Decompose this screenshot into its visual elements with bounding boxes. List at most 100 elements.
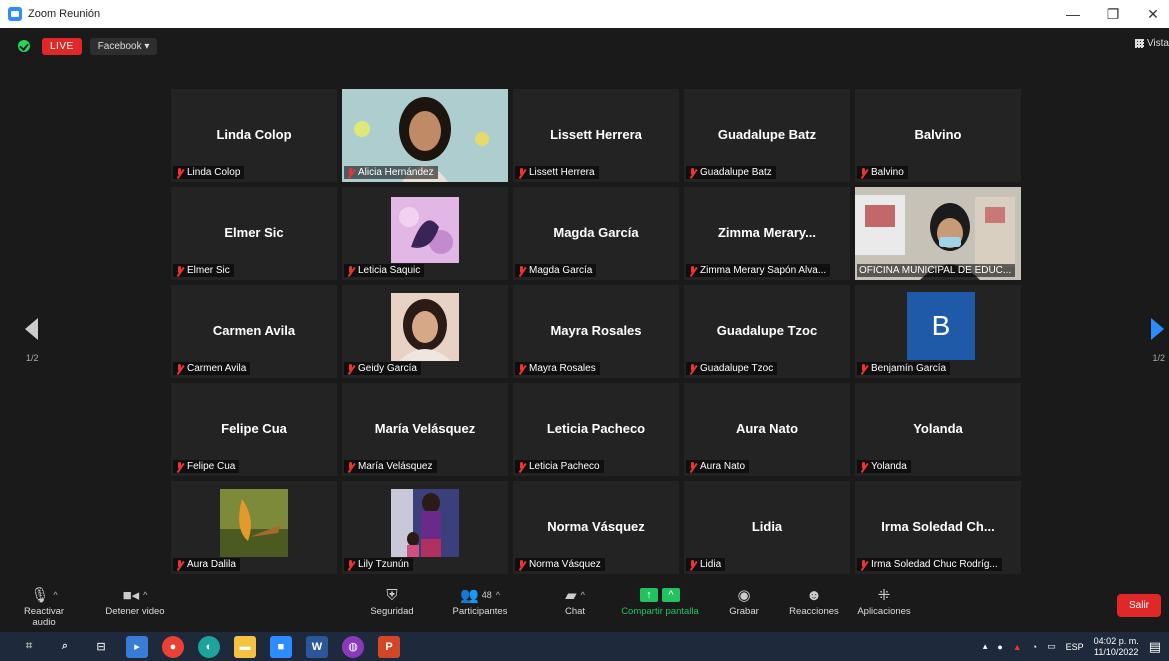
participant-tile[interactable]: Balvino Balvino <box>855 89 1021 182</box>
participant-tile-picture[interactable]: Geidy García <box>342 285 508 378</box>
participants-button[interactable]: 👥 48 ^ Participantes <box>445 584 515 617</box>
leave-button[interactable]: Salir <box>1116 594 1161 617</box>
clock[interactable]: 04:02 p. m. 11/10/2022 <box>1094 636 1139 658</box>
app-icon[interactable]: ◍ <box>342 635 364 658</box>
livestream-platform-dropdown[interactable]: Facebook ▾ <box>89 37 158 55</box>
stop-video-button[interactable]: ■◂ ^ Detener video <box>100 584 170 617</box>
media-app-icon[interactable]: ▸ <box>126 635 148 658</box>
reactions-button[interactable]: ☻ Reacciones <box>784 584 844 618</box>
view-button[interactable]: Vista <box>1134 38 1169 49</box>
participant-label-text: Aura Nato <box>700 461 746 472</box>
meeting-topbar: LIVE Facebook ▾ Vista <box>0 28 1169 64</box>
participant-tile[interactable]: Lissett Herrera Lissett Herrera <box>513 89 679 182</box>
participant-label: Benjamín García <box>857 362 951 375</box>
participant-tile-picture[interactable]: Lily Tzunún <box>342 481 508 574</box>
network-icon[interactable]: ◔ <box>1032 642 1037 652</box>
caret-up-icon[interactable]: ^ <box>581 590 585 600</box>
muted-mic-icon <box>517 167 526 178</box>
participant-tile[interactable]: Guadalupe Tzoc Guadalupe Tzoc <box>684 285 850 378</box>
browser-icon[interactable]: ◐ <box>198 635 220 658</box>
video-camera-icon: ■◂ <box>122 587 140 604</box>
os-taskbar: ⌗ ⌕ ⊟ ▸ ● ◐ ▬ ■ W ◍ P ▴ ● ▲ ◔ ▭ ESP 04:0… <box>0 632 1169 661</box>
participant-tile[interactable]: Mayra Rosales Mayra Rosales <box>513 285 679 378</box>
notifications-icon[interactable]: ▤ <box>1149 639 1161 655</box>
close-button[interactable]: ✕ <box>1145 6 1161 23</box>
window-title: Zoom Reunión <box>28 8 101 20</box>
tray-chevron-icon[interactable]: ▴ <box>983 641 988 652</box>
window-controls: — ❐ ✕ <box>1065 0 1161 28</box>
participant-name: Leticia Pacheco <box>546 421 646 436</box>
participant-tile[interactable]: Guadalupe Batz Guadalupe Batz <box>684 89 850 182</box>
participant-label-text: Guadalupe Batz <box>700 167 772 178</box>
minimize-button[interactable]: — <box>1065 6 1081 22</box>
participant-tile[interactable]: Yolanda Yolanda <box>855 383 1021 476</box>
participant-tile[interactable]: María Velásquez María Velásquez <box>342 383 508 476</box>
caret-up-icon[interactable]: ^ <box>53 590 57 600</box>
muted-mic-icon <box>175 265 184 276</box>
battery-icon[interactable]: ▭ <box>1047 641 1056 652</box>
language-indicator[interactable]: ESP <box>1066 642 1084 652</box>
participant-tile[interactable]: Magda García Magda García <box>513 187 679 280</box>
next-page-arrow-icon[interactable] <box>1151 318 1165 340</box>
muted-mic-icon <box>859 559 868 570</box>
participant-tile[interactable]: Lidia Lidia <box>684 481 850 574</box>
active-speaker-tile[interactable]: OFICINA MUNICIPAL DE EDUC... <box>855 187 1021 280</box>
live-badge[interactable]: LIVE <box>42 37 82 55</box>
participant-tile[interactable]: Linda Colop Linda Colop <box>171 89 337 182</box>
file-explorer-icon[interactable]: ▬ <box>234 635 256 658</box>
chrome-icon[interactable]: ● <box>162 635 184 658</box>
participant-label: Leticia Pacheco <box>515 460 604 473</box>
muted-mic-icon <box>175 167 184 178</box>
task-view-icon[interactable]: ⊟ <box>90 636 112 658</box>
muted-mic-icon <box>688 461 697 472</box>
windows-start-icon[interactable]: ⌗ <box>18 636 40 658</box>
participant-tile-picture[interactable]: Leticia Saquic <box>342 187 508 280</box>
participant-label-text: Guadalupe Tzoc <box>700 363 774 374</box>
caret-up-icon[interactable]: ^ <box>143 590 147 600</box>
unmute-button[interactable]: 🎙 ^ Reactivar audio <box>14 584 74 628</box>
participant-tile[interactable]: Zimma Merary... Zimma Merary Sapón Alva.… <box>684 187 850 280</box>
participant-label-text: Irma Soledad Chuc Rodríg... <box>871 559 998 570</box>
participant-label: Guadalupe Batz <box>686 166 776 179</box>
apps-button[interactable]: ⁜ Aplicaciones <box>852 584 916 617</box>
participant-tile[interactable]: Carmen Avila Carmen Avila <box>171 285 337 378</box>
participant-tile[interactable]: Norma Vásquez Norma Vásquez <box>513 481 679 574</box>
participant-label: Mayra Rosales <box>515 362 600 375</box>
security-button[interactable]: ⛨ Seguridad <box>362 584 422 618</box>
participant-label-text: Mayra Rosales <box>529 363 596 374</box>
participant-label-text: Felipe Cua <box>187 461 236 472</box>
search-icon[interactable]: ⌕ <box>54 636 76 658</box>
participant-tile[interactable]: Leticia Pacheco Leticia Pacheco <box>513 383 679 476</box>
previous-page-arrow-icon[interactable] <box>25 318 39 340</box>
restore-button[interactable]: ❐ <box>1105 6 1121 23</box>
word-icon[interactable]: W <box>306 635 328 658</box>
participant-label-text: Lily Tzunún <box>358 559 409 570</box>
powerpoint-icon[interactable]: P <box>378 635 400 658</box>
record-label: Grabar <box>729 606 759 617</box>
muted-mic-icon <box>859 167 868 178</box>
record-button[interactable]: ◉ Grabar <box>722 584 766 617</box>
participant-label: Lidia <box>686 558 726 571</box>
microphone-tray-icon[interactable]: ● <box>997 642 1002 652</box>
muted-mic-icon <box>346 461 355 472</box>
participant-tile[interactable]: Elmer Sic Elmer Sic <box>171 187 337 280</box>
participant-tile-video[interactable]: Alicia Hernández <box>342 89 508 182</box>
participants-count: 48 <box>481 590 492 600</box>
caret-up-icon[interactable]: ^ <box>496 590 500 600</box>
participant-tile[interactable]: Aura Nato Aura Nato <box>684 383 850 476</box>
muted-mic-icon <box>346 559 355 570</box>
share-screen-button[interactable]: ↑ ^ Compartir pantalla <box>615 584 705 617</box>
participant-tile[interactable]: B Benjamín García <box>855 285 1021 378</box>
warning-icon[interactable]: ▲ <box>1013 642 1022 652</box>
caret-up-icon[interactable]: ^ <box>662 588 680 602</box>
participant-tile-picture[interactable]: Aura Dalila <box>171 481 337 574</box>
muted-mic-icon <box>859 461 868 472</box>
chat-bubble-icon: ▰ <box>565 587 577 604</box>
muted-mic-icon <box>517 265 526 276</box>
encryption-shield-icon[interactable] <box>18 40 30 52</box>
participant-tile[interactable]: Irma Soledad Ch... Irma Soledad Chuc Rod… <box>855 481 1021 574</box>
zoom-taskbar-icon[interactable]: ■ <box>270 635 292 658</box>
chat-button[interactable]: ▰ ^ Chat <box>550 584 600 617</box>
page-indicator-right: 1/2 <box>1152 353 1165 363</box>
participant-tile[interactable]: Felipe Cua Felipe Cua <box>171 383 337 476</box>
